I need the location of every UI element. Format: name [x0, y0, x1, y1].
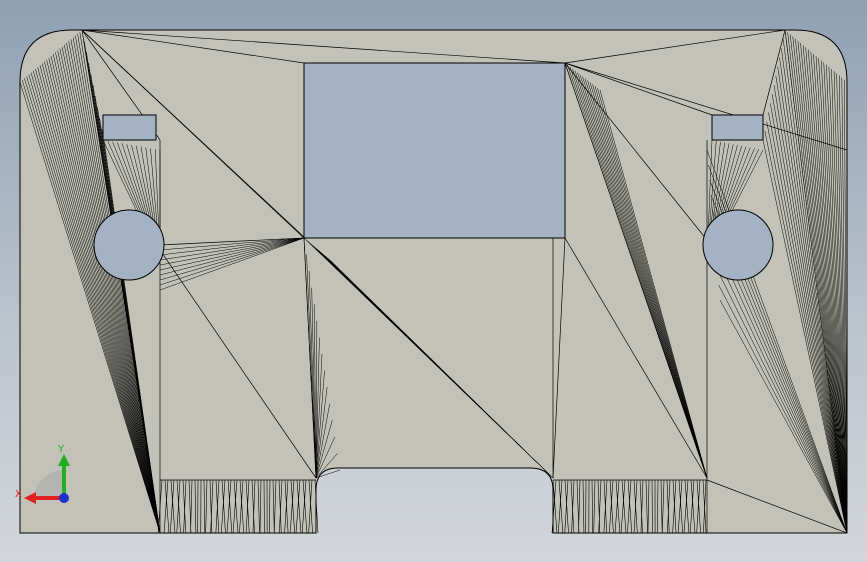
left-hole[interactable] [93, 209, 165, 281]
x-axis-label: X [15, 489, 22, 500]
y-axis-label: Y [57, 444, 65, 455]
coordinate-triad-icon: Y X [15, 444, 70, 504]
graphics-viewport[interactable]: Y X [0, 0, 867, 562]
left-slot[interactable] [102, 114, 157, 141]
right-slot[interactable] [711, 114, 764, 141]
right-hole[interactable] [702, 209, 774, 281]
part-model[interactable] [0, 0, 867, 562]
center-pocket[interactable] [303, 62, 566, 239]
